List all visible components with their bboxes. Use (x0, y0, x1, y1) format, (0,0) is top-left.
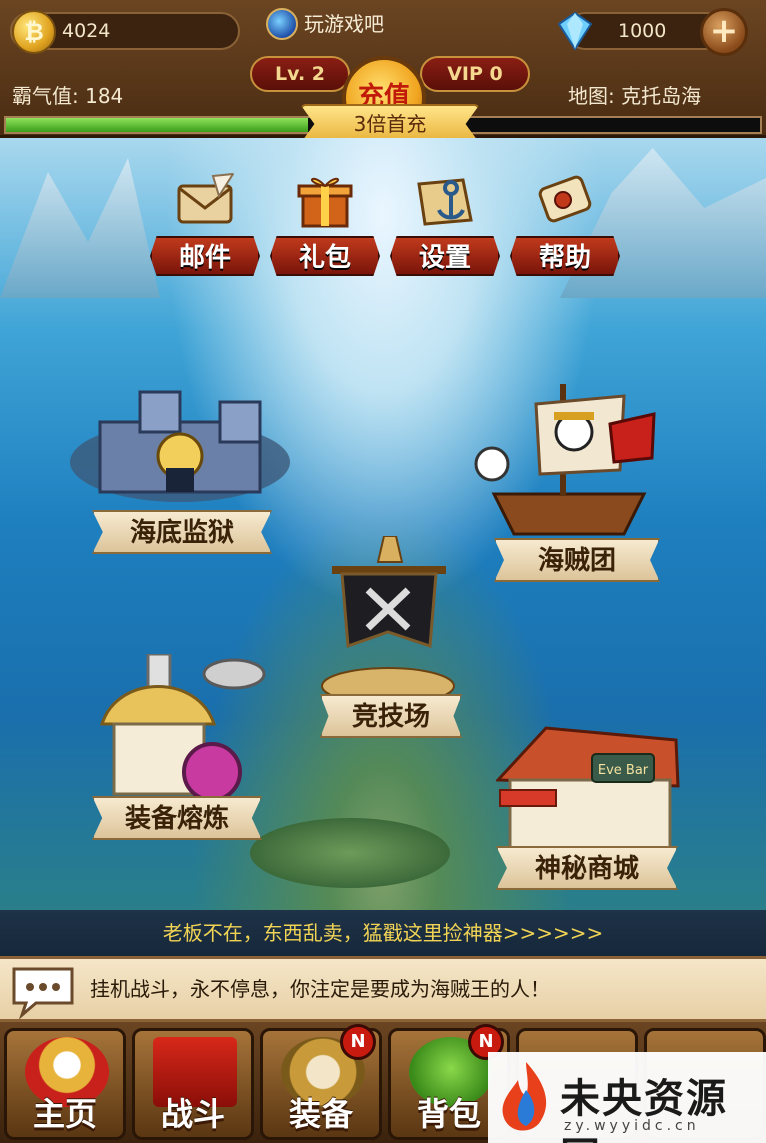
top-hud: 4024 ₿ 玩游戏吧 1000 + Lv. 2 VIP 0 充值 霸气值: 1… (0, 0, 766, 144)
vip-plate[interactable]: VIP 0 (420, 56, 530, 92)
gift-icon (297, 177, 353, 228)
nav-battle[interactable]: 战斗 (132, 1028, 254, 1140)
equipment-new-badge: N (340, 1024, 376, 1060)
diamond-icon (558, 12, 592, 50)
gift-button[interactable]: 礼包 (270, 172, 380, 280)
mail-button[interactable]: 邮件 (150, 172, 260, 280)
prison-label[interactable]: 海底监狱 (92, 510, 272, 554)
coin-icon: ₿ (12, 10, 56, 54)
add-gems-button[interactable]: + (700, 8, 748, 56)
site-orb-icon (266, 8, 298, 40)
chat-message: 挂机战斗，永不停息，你注定是要成为海贼王的人！ (90, 977, 550, 1001)
nav-home[interactable]: 主页 (4, 1028, 126, 1140)
speech-bubble-icon (12, 967, 74, 1019)
arena-label[interactable]: 竞技场 (320, 694, 462, 738)
map-stat: 地图: 克托岛海 (568, 84, 702, 108)
watermark: 未央资源网 zy.wyyidc.cn (488, 1052, 766, 1143)
smelting-hut[interactable] (98, 654, 268, 804)
shop-sign-text: Eve Bar (598, 763, 649, 778)
island (250, 818, 450, 888)
game-screen: 4024 ₿ 玩游戏吧 1000 + Lv. 2 VIP 0 充值 霸气值: 1… (0, 0, 766, 1143)
mystery-shop[interactable]: Eve Bar (496, 720, 686, 860)
news-ticker[interactable]: 老板不在，东西乱卖，猛戳这里捡神器>>>>>> (0, 910, 766, 956)
help-icon (538, 175, 592, 223)
prison-fortress[interactable] (70, 382, 300, 512)
watermark-sub: zy.wyyidc.cn (564, 1118, 700, 1134)
gift-label: 礼包 (270, 236, 380, 276)
level-plate: Lv. 2 (250, 56, 350, 92)
gem-value: 1000 (618, 20, 667, 42)
mail-icon (177, 172, 235, 224)
settings-icon (417, 178, 473, 226)
settings-button[interactable]: 设置 (390, 172, 500, 280)
settings-label: 设置 (390, 236, 500, 276)
chat-bar[interactable]: 挂机战斗，永不停息，你注定是要成为海贼王的人！ (0, 956, 766, 1022)
help-button[interactable]: 帮助 (510, 172, 620, 280)
smelting-label[interactable]: 装备熔炼 (92, 796, 262, 840)
nav-battle-label: 战斗 (160, 1095, 225, 1133)
flame-logo-icon (502, 1062, 547, 1131)
pirate-ship[interactable] (474, 374, 664, 544)
site-brand: 玩游戏吧 (266, 8, 384, 40)
nav-home-label: 主页 (32, 1095, 97, 1133)
exp-bar-fill (6, 118, 308, 132)
coin-value: 4024 (62, 20, 111, 42)
arena-banner[interactable] (318, 536, 458, 706)
nav-equipment-label: 装备 (288, 1095, 353, 1133)
site-name: 玩游戏吧 (304, 12, 384, 36)
power-stat: 霸气值: 184 (12, 84, 124, 108)
pirates-label[interactable]: 海贼团 (494, 538, 660, 582)
shop-label[interactable]: 神秘商城 (496, 846, 678, 890)
mail-label: 邮件 (150, 236, 260, 276)
help-label: 帮助 (510, 236, 620, 276)
harbor-scene: 邮件 礼包 设置 帮助 海底监狱 海贼团 竞技场 装备熔炼 Eve Bar 神秘… (0, 138, 766, 910)
mountain-left (0, 158, 160, 298)
